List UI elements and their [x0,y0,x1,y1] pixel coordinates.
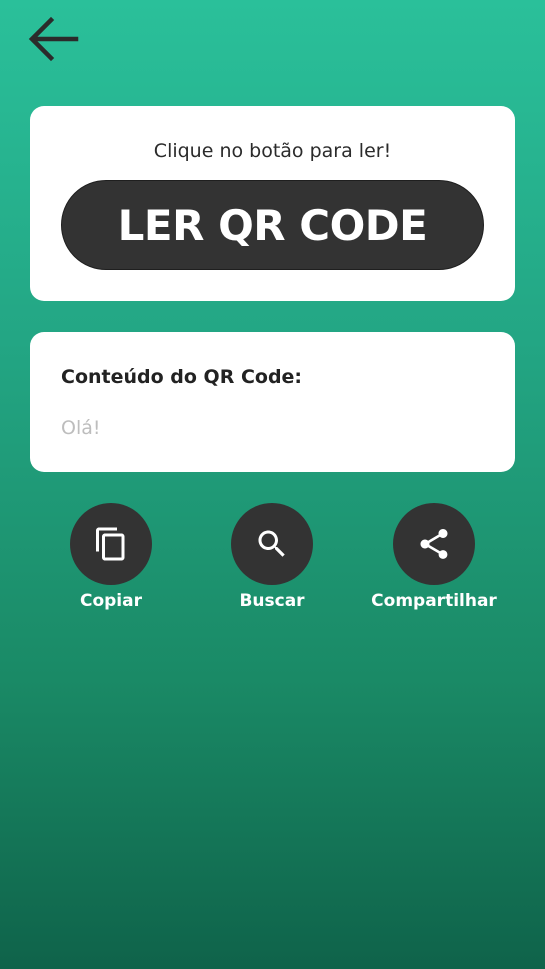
read-qr-button[interactable]: LER QR CODE [61,180,484,270]
copy-action[interactable]: Copiar [31,503,191,611]
content-value: Olá! [61,417,101,439]
copy-label: Copiar [79,591,142,611]
search-icon [258,530,285,557]
content-label: Conteúdo do QR Code: [61,366,303,388]
search-button[interactable] [231,503,313,585]
share-button[interactable] [393,503,475,585]
search-label: Buscar [239,591,305,611]
share-action[interactable]: Compartilhar [354,503,514,611]
read-hint: Clique no botão para ler! [153,140,392,162]
share-icon [420,529,448,559]
back-button[interactable] [24,10,84,70]
search-action[interactable]: Buscar [192,503,352,611]
content-card: Conteúdo do QR Code: Olá! [30,332,515,472]
arrow-left-icon [28,16,79,62]
read-card: Clique no botão para ler! LER QR CODE [30,106,515,301]
copy-button[interactable] [70,503,152,585]
copy-icon [96,527,125,561]
share-label: Compartilhar [371,591,497,611]
